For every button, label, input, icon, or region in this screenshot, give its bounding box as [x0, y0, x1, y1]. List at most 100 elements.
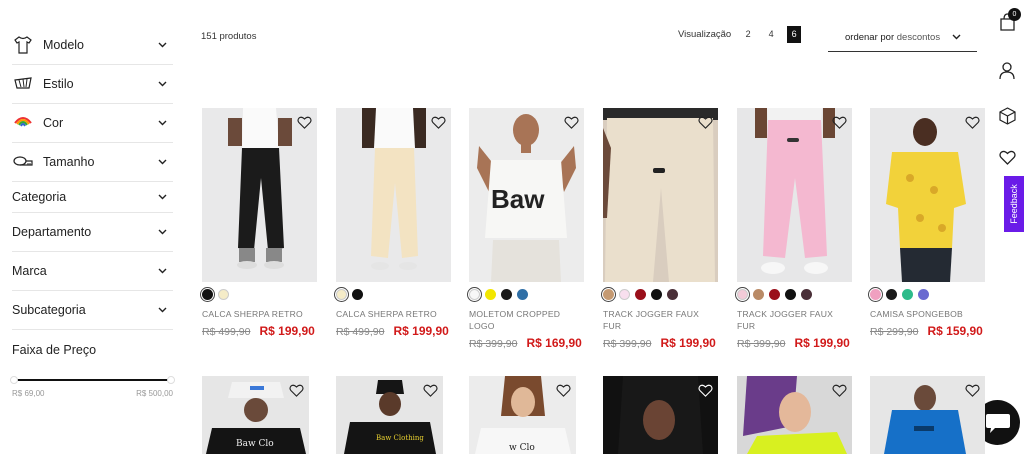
favorite-heart-icon[interactable]	[296, 114, 312, 130]
favorite-heart-icon[interactable]	[422, 382, 438, 398]
color-swatch[interactable]	[517, 289, 528, 300]
account-button[interactable]	[998, 62, 1016, 80]
product-image[interactable]	[202, 108, 317, 282]
filter-label: Faixa de Preço	[12, 342, 97, 357]
color-swatch[interactable]	[336, 289, 347, 300]
sale-price: R$ 199,90	[259, 324, 315, 338]
product-image[interactable]	[336, 108, 451, 282]
favorite-heart-icon[interactable]	[697, 382, 713, 398]
chevron-down-icon	[157, 157, 167, 167]
favorite-heart-icon[interactable]	[697, 114, 713, 130]
filter-departamento[interactable]: Departamento	[12, 213, 173, 252]
product-card: TRACK JOGGER FAUX FUR R$ 399,90 R$ 199,9…	[737, 108, 852, 350]
product-prices: R$ 399,90 R$ 199,90	[603, 336, 718, 350]
color-swatch[interactable]	[218, 289, 229, 300]
product-image[interactable]	[737, 108, 852, 282]
filter-estilo[interactable]: Estilo	[12, 65, 173, 104]
price-min-label: R$ 69,00	[12, 389, 45, 398]
color-swatch[interactable]	[352, 289, 363, 300]
wishlist-button[interactable]	[998, 148, 1016, 166]
product-image[interactable]	[737, 376, 852, 454]
color-swatch[interactable]	[753, 289, 764, 300]
color-swatch[interactable]	[635, 289, 646, 300]
box-icon	[998, 107, 1016, 125]
view-option-6[interactable]: 6	[787, 25, 802, 43]
product-name[interactable]: CAMISA SPONGEBOB	[870, 308, 985, 320]
product-image[interactable]: Baw Clo	[202, 376, 309, 454]
feedback-label: Feedback	[1009, 184, 1019, 224]
color-swatch[interactable]	[501, 289, 512, 300]
color-swatch[interactable]	[918, 289, 929, 300]
product-image[interactable]: w Clo	[469, 376, 576, 454]
filter-label: Modelo	[43, 38, 84, 52]
color-swatch[interactable]	[801, 289, 812, 300]
color-swatch[interactable]	[651, 289, 662, 300]
color-swatch[interactable]	[619, 289, 630, 300]
favorite-heart-icon[interactable]	[563, 114, 579, 130]
product-prices: R$ 499,90 R$ 199,90	[202, 324, 317, 338]
color-swatch[interactable]	[902, 289, 913, 300]
price-min-handle[interactable]	[10, 376, 18, 384]
favorite-heart-icon[interactable]	[555, 382, 571, 398]
product-name[interactable]: TRACK JOGGER FAUX FUR	[737, 308, 852, 332]
color-swatch[interactable]	[667, 289, 678, 300]
price-max-handle[interactable]	[167, 376, 175, 384]
filter-faixa-de-preco: Faixa de Preço	[12, 330, 173, 369]
product-name[interactable]: CALCA SHERPA RETRO	[336, 308, 451, 320]
orders-button[interactable]	[998, 107, 1016, 125]
color-swatch[interactable]	[485, 289, 496, 300]
view-option-2[interactable]: 2	[741, 26, 755, 43]
filter-categoria[interactable]: Categoria	[12, 182, 173, 213]
color-swatch[interactable]	[603, 289, 614, 300]
product-name[interactable]: TRACK JOGGER FAUX FUR	[603, 308, 718, 332]
product-image[interactable]: Baw	[469, 108, 584, 282]
filter-marca[interactable]: Marca	[12, 252, 173, 291]
filter-tamanho[interactable]: Tamanho	[12, 143, 173, 182]
product-image[interactable]	[603, 376, 718, 454]
filter-cor[interactable]: Cor	[12, 104, 173, 143]
product-image[interactable]	[603, 108, 718, 282]
original-price: R$ 299,90	[870, 326, 919, 338]
color-swatch[interactable]	[469, 289, 480, 300]
color-swatch[interactable]	[202, 289, 213, 300]
original-price: R$ 399,90	[603, 338, 652, 350]
favorite-heart-icon[interactable]	[964, 382, 980, 398]
color-swatch[interactable]	[886, 289, 897, 300]
product-card: Baw MOLETOM CROPPED LOGO R$ 399,90 R$ 16…	[469, 108, 584, 350]
favorite-heart-icon[interactable]	[831, 114, 847, 130]
filter-modelo[interactable]: Modelo	[12, 26, 173, 65]
color-swatch[interactable]	[769, 289, 780, 300]
color-swatches	[870, 289, 985, 301]
favorite-heart-icon[interactable]	[964, 114, 980, 130]
product-card: CALCA SHERPA RETRO R$ 499,90 R$ 199,90	[336, 108, 451, 338]
filter-label: Tamanho	[43, 155, 95, 169]
favorite-heart-icon[interactable]	[430, 114, 446, 130]
user-icon	[999, 62, 1015, 80]
view-option-4[interactable]: 4	[764, 26, 778, 43]
favorite-heart-icon[interactable]	[831, 382, 847, 398]
product-image[interactable]	[870, 376, 985, 454]
color-swatches	[202, 289, 317, 301]
color-swatch[interactable]	[785, 289, 796, 300]
feedback-tab[interactable]: Feedback	[1004, 176, 1024, 232]
chevron-down-icon	[157, 227, 167, 237]
color-swatch[interactable]	[737, 289, 748, 300]
product-card: CAMISA SPONGEBOB R$ 299,90 R$ 159,90	[870, 108, 985, 338]
svg-text:w Clo: w Clo	[509, 443, 535, 453]
sale-price: R$ 199,90	[393, 324, 449, 338]
filter-subcategoria[interactable]: Subcategoria	[12, 291, 173, 330]
favorite-heart-icon[interactable]	[288, 382, 304, 398]
original-price: R$ 399,90	[469, 338, 518, 350]
chat-bubble-icon	[985, 413, 1010, 433]
color-swatch[interactable]	[870, 289, 881, 300]
product-name[interactable]: MOLETOM CROPPED LOGO	[469, 308, 584, 332]
product-name[interactable]: CALCA SHERPA RETRO	[202, 308, 317, 320]
cart-button[interactable]: 0	[998, 8, 1021, 31]
original-price: R$ 399,90	[737, 338, 786, 350]
price-range-slider[interactable]	[10, 375, 175, 385]
results-toolbar: 151 produtos Visualização 2 4 6 ordenar …	[201, 24, 978, 54]
sort-dropdown[interactable]: ordenar por descontos	[828, 24, 977, 52]
product-image[interactable]: Baw Clothing	[336, 376, 443, 454]
filter-label: Categoria	[12, 190, 67, 204]
product-image[interactable]	[870, 108, 985, 282]
